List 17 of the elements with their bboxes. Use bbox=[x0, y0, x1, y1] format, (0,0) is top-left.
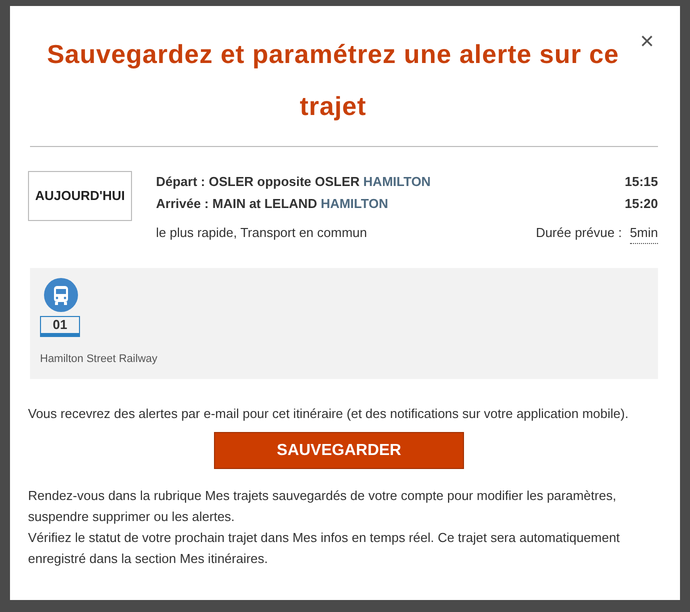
close-button[interactable]: × bbox=[636, 28, 658, 56]
day-label: AUJOURD'HUI bbox=[28, 171, 132, 221]
duration-label: Durée prévue : bbox=[536, 224, 622, 242]
alert-notice: Vous recevrez des alertes par e-mail pour cet itinéraire (et des notifications sur votre application mobile). bbox=[28, 405, 630, 423]
stop-line: Arrivée : MAIN at LELAND HAMILTON bbox=[156, 195, 388, 213]
save-button[interactable]: SAUVEGARDER bbox=[214, 432, 464, 469]
info-text: Rendez-vous dans la rubrique Mes trajets sauvegardés de votre compte pour modifier les paramètres, suspendre supprimer ou les alertes. bbox=[28, 487, 618, 526]
stop-time: 15:20 bbox=[624, 195, 658, 213]
duration-value: 5min bbox=[630, 223, 658, 244]
route-summary: le plus rapide, Transport en commun bbox=[156, 224, 367, 242]
stop-time: 15:15 bbox=[624, 173, 658, 191]
stop-line: Départ : OSLER opposite OSLER HAMILTON bbox=[156, 173, 431, 191]
modal-title: Sauvegardez et paramétrez une alerte sur ce trajet bbox=[46, 38, 620, 123]
line-number: 01 bbox=[40, 316, 80, 336]
operator-name: Hamilton Street Railway bbox=[40, 352, 158, 366]
info-text: Vérifiez le statut de votre prochain trajet dans Mes infos en temps réel. Ce trajet sera automatiquement enregistré dans la section Mes itinéraires. bbox=[28, 529, 621, 568]
bus-icon bbox=[44, 278, 78, 312]
